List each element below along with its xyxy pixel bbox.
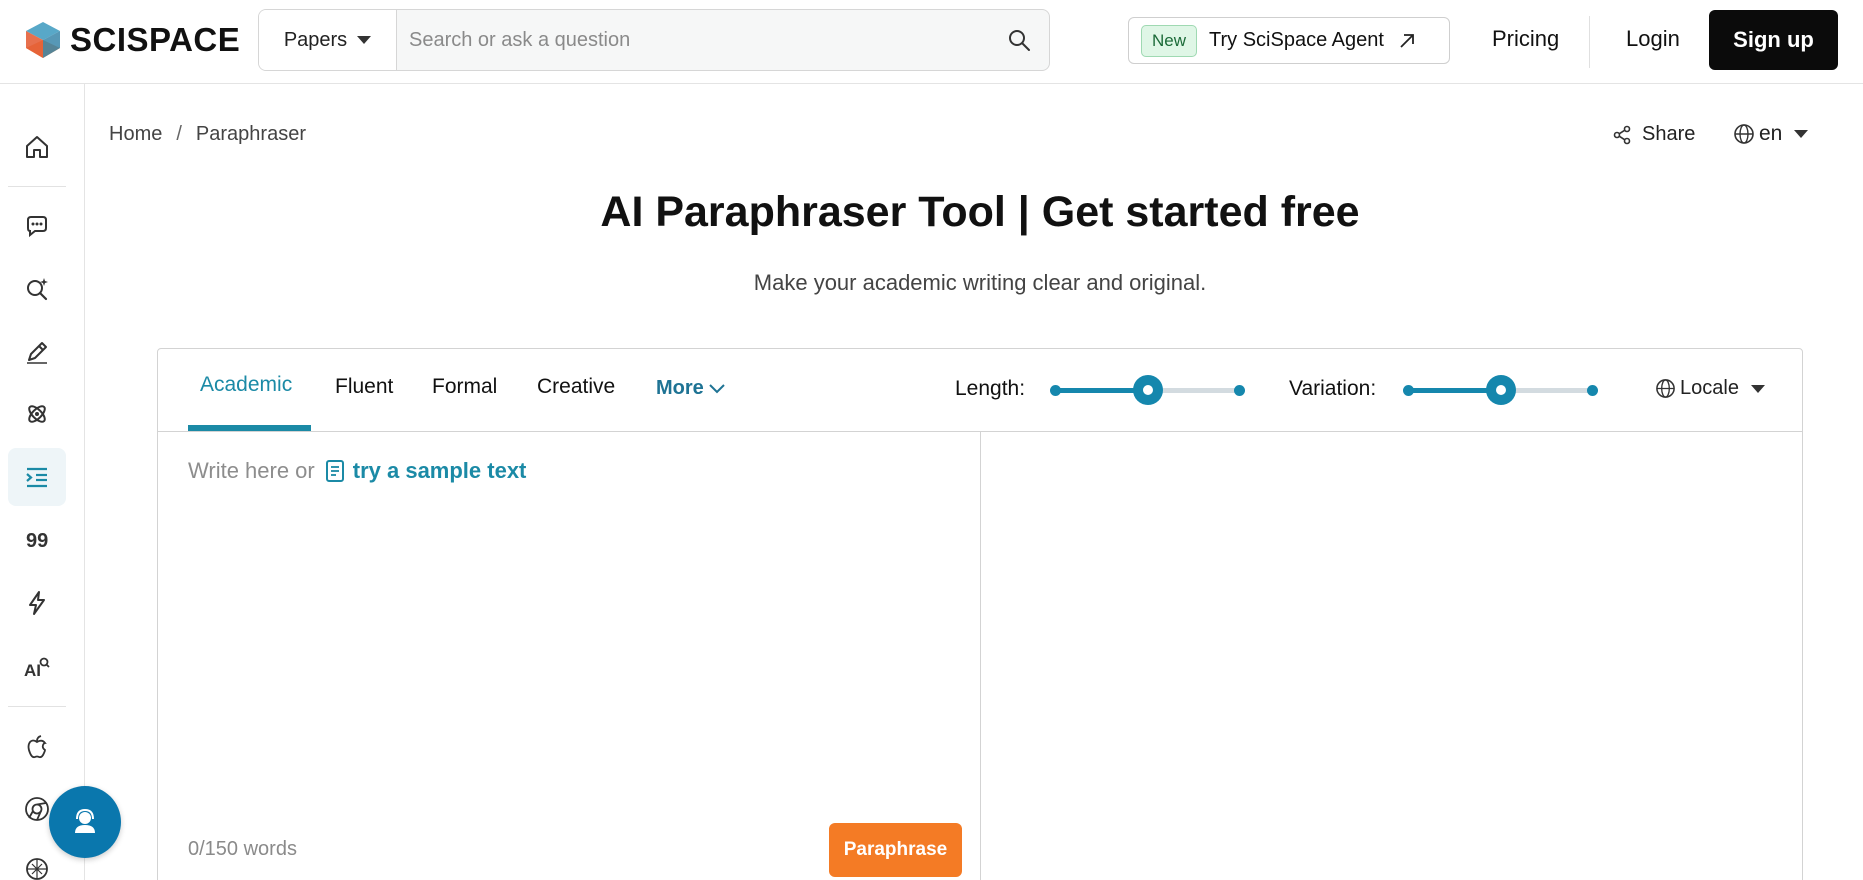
sidebar-item-explain[interactable] bbox=[8, 385, 66, 443]
active-tab-indicator bbox=[188, 425, 311, 431]
breadcrumb-current: Paraphraser bbox=[195, 123, 306, 145]
paraphraser-panel: Academic Fluent Formal Creative More Len… bbox=[157, 348, 1803, 880]
chrome-icon bbox=[25, 797, 49, 821]
scispace-logo[interactable]: SCISPACE bbox=[24, 20, 240, 60]
write-hint-text: Write here or bbox=[188, 458, 315, 483]
page-subtitle: Make your academic writing clear and ori… bbox=[753, 270, 1207, 295]
try-sample-text-link[interactable]: try a sample text bbox=[325, 458, 527, 484]
sidebar-item-writer[interactable] bbox=[8, 323, 66, 381]
more-modes-dropdown[interactable]: More bbox=[656, 377, 726, 400]
agent-label: Try SciSpace Agent bbox=[1209, 29, 1384, 51]
share-button[interactable]: Share bbox=[1612, 123, 1695, 146]
signup-button[interactable]: Sign up bbox=[1709, 10, 1838, 70]
support-chat-button[interactable] bbox=[49, 786, 121, 858]
globe-icon bbox=[1656, 379, 1675, 398]
search-type-dropdown[interactable]: Papers bbox=[259, 10, 397, 70]
slider-max-dot bbox=[1587, 385, 1598, 396]
sidebar-item-home[interactable] bbox=[8, 118, 66, 176]
search-button[interactable] bbox=[989, 10, 1049, 70]
brand-name: SCISPACE bbox=[70, 21, 241, 58]
length-label: Length: bbox=[955, 377, 1026, 400]
header-divider bbox=[1589, 16, 1590, 68]
pen-icon bbox=[27, 342, 47, 364]
variation-label: Variation: bbox=[1289, 377, 1377, 400]
sidebar-item-citation[interactable]: 99 bbox=[8, 511, 66, 569]
sample-link-label: try a sample text bbox=[352, 458, 527, 483]
tab-formal[interactable]: Formal bbox=[432, 375, 497, 399]
home-icon bbox=[26, 136, 48, 158]
sidebar-item-ios-app[interactable] bbox=[8, 718, 66, 776]
share-icon bbox=[1613, 125, 1631, 144]
breadcrumb-home[interactable]: Home bbox=[109, 123, 162, 146]
slider-handle[interactable] bbox=[1485, 375, 1516, 405]
locale-label: Locale bbox=[1680, 377, 1739, 399]
sidebar-separator bbox=[8, 706, 66, 707]
pane-divider bbox=[980, 432, 981, 880]
svg-text:AI: AI bbox=[24, 661, 41, 680]
breadcrumb: Home / Paraphraser bbox=[109, 123, 306, 146]
sidebar-separator bbox=[8, 186, 66, 187]
atom-icon bbox=[28, 405, 46, 423]
svg-text:99: 99 bbox=[26, 530, 48, 552]
top-header: SCISPACE Papers New Try SciSpace Agent P… bbox=[0, 0, 1863, 84]
language-label: en bbox=[1759, 122, 1783, 145]
slider-min-dot bbox=[1050, 385, 1061, 396]
chevron-down-icon bbox=[709, 383, 725, 393]
tab-creative[interactable]: Creative bbox=[537, 375, 615, 399]
openai-icon bbox=[26, 858, 48, 880]
globe-icon bbox=[1734, 124, 1754, 144]
sidebar-item-ai-detector[interactable]: AI bbox=[8, 638, 66, 696]
paraphrase-button[interactable]: Paraphrase bbox=[829, 823, 962, 877]
page-title: AI Paraphraser Tool | Get started free bbox=[600, 188, 1360, 236]
breadcrumb-separator: / bbox=[176, 123, 182, 145]
tab-academic[interactable]: Academic bbox=[200, 373, 292, 397]
login-link[interactable]: Login bbox=[1626, 26, 1680, 52]
new-badge: New bbox=[1141, 24, 1198, 57]
caret-down-icon bbox=[1794, 130, 1809, 138]
logo-icon bbox=[26, 22, 60, 58]
apple-icon bbox=[27, 735, 47, 759]
paraphraser-icon bbox=[26, 467, 47, 488]
slider-max-dot bbox=[1234, 385, 1245, 396]
slider-min-dot bbox=[1403, 385, 1414, 396]
sidebar-item-extract[interactable] bbox=[8, 574, 66, 632]
tab-fluent[interactable]: Fluent bbox=[335, 375, 393, 399]
ai-detector-icon: AI bbox=[24, 657, 50, 680]
arrow-up-right-icon bbox=[1400, 33, 1414, 48]
caret-down-icon bbox=[1750, 384, 1765, 393]
variation-slider[interactable] bbox=[1403, 375, 1598, 405]
locale-dropdown[interactable]: Locale bbox=[1655, 377, 1765, 400]
share-label: Share bbox=[1642, 123, 1696, 145]
input-area[interactable]: Write here or try a sample text bbox=[188, 458, 526, 484]
search-input[interactable] bbox=[397, 10, 989, 70]
word-count: 0/150 words bbox=[188, 838, 297, 860]
slider-handle[interactable] bbox=[1132, 375, 1163, 405]
lightning-icon bbox=[29, 591, 45, 615]
sidebar-item-paraphraser[interactable] bbox=[8, 448, 66, 506]
pricing-link[interactable]: Pricing bbox=[1492, 26, 1559, 52]
support-agent-icon bbox=[75, 808, 95, 833]
length-slider[interactable] bbox=[1050, 375, 1245, 405]
quote-icon: 99 bbox=[26, 530, 48, 552]
try-agent-button[interactable]: New Try SciSpace Agent bbox=[1128, 17, 1450, 64]
tool-options-bar: Academic Fluent Formal Creative More Len… bbox=[158, 349, 1802, 432]
search-icon bbox=[1009, 30, 1030, 51]
search-type-label: Papers bbox=[283, 28, 348, 51]
language-selector[interactable]: en bbox=[1733, 122, 1809, 146]
document-icon bbox=[325, 460, 344, 482]
more-label: More bbox=[656, 377, 704, 399]
caret-down-icon bbox=[357, 36, 372, 44]
search-bar: Papers bbox=[258, 9, 1050, 71]
